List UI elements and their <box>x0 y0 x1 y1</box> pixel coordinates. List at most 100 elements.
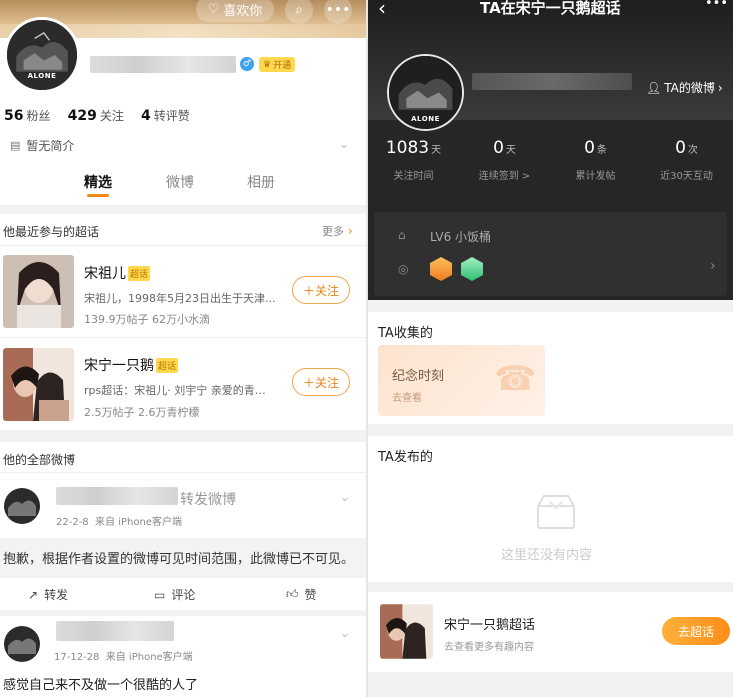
active-tab-indicator <box>87 194 109 197</box>
hidden-notice-text: 抱歉，根据作者设置的微博可见时间范围，此微博已不可见。 <box>3 552 355 567</box>
stat-total-posts: 0条 累计发帖 <box>550 138 641 182</box>
repost-button[interactable]: ↗ 转发 <box>28 586 68 603</box>
post-author-blurred <box>56 487 178 505</box>
stat-follow-days: 1083 天 关注时间 <box>368 138 459 182</box>
ta-weibo-label: TA的微博 <box>664 81 715 95</box>
plus-icon: ＋ <box>302 283 315 298</box>
supertopic-desc: rps超话：宋祖儿· 刘宇宁 亲爱的青柠... <box>84 384 276 397</box>
supertopic-item[interactable]: 宋宁一只鹅 超话 rps超话：宋祖儿· 刘宇宁 亲爱的青柠... 2.5万帖子 … <box>0 340 366 426</box>
thumbs-up-icon: 👍︎ <box>286 587 299 601</box>
supertopic-tag: 超话 <box>128 265 151 281</box>
comment-button[interactable]: ▭ 评论 <box>154 586 195 603</box>
post-text: 感觉自己来不及做一个很酷的人了 <box>3 678 199 693</box>
stat-unit: 天 <box>505 145 516 156</box>
stat-value: 1083 <box>385 138 430 158</box>
supertopic-desc: 宋祖儿，1998年5月23日出生于天津... <box>84 292 276 305</box>
memory-card-title: 纪念时刻 <box>392 369 445 384</box>
footer-subtitle: 去查看更多有趣内容 <box>444 642 534 653</box>
level-badges-card[interactable]: ⌂ LV6 小饭桶 ◎ › <box>374 212 727 296</box>
go-button-label: 去超话 <box>677 624 714 639</box>
post-avatar[interactable] <box>4 626 40 662</box>
post-menu-icon[interactable]: ⌄ <box>340 626 350 640</box>
chevron-right-icon: › <box>717 80 723 95</box>
post-source: 来自 iPhone客户端 <box>95 517 182 528</box>
follow-label: 关注 <box>315 283 340 298</box>
empty-state-text: 这里还没有内容 <box>501 548 593 563</box>
supertopic-cover <box>380 604 433 659</box>
post-card[interactable]: 转发微博 ⌄ 22-2-8 来自 iPhone客户端 <box>0 474 366 538</box>
post-menu-icon[interactable]: ⌄ <box>340 490 350 504</box>
stat-value: 0 <box>493 138 504 158</box>
stat-label: 关注时间 <box>393 171 434 182</box>
like-button[interactable]: 👍︎ 赞 <box>286 586 317 603</box>
level-icon: ⌂ <box>398 228 406 242</box>
profile-tabs: 精选 微博 相册 <box>0 0 366 200</box>
member-avatar[interactable]: ALONE <box>387 54 464 131</box>
supertopic-name-row: 宋祖儿 超话 <box>84 263 151 283</box>
post-avatar[interactable] <box>4 488 40 524</box>
stat-unit: 条 <box>596 145 607 156</box>
tab-weibo[interactable]: 微博 <box>166 172 194 192</box>
stat-label: 累计发帖 <box>575 171 616 182</box>
published-title: TA发布的 <box>378 450 433 465</box>
page-title: TA在宋宁一只鹅超话 <box>480 0 621 17</box>
section-divider <box>0 205 366 214</box>
supertopics-title: 他最近参与的超话 <box>3 225 100 239</box>
user-profile-screen: ♡ 喜欢你 ⌕ ••• ALONE ♂ ♛ 开通 56 粉丝 429 关注 4 转评赞 … <box>0 0 366 697</box>
divider <box>0 337 366 338</box>
stat-interactions: 0次 近30天互动 <box>641 138 732 182</box>
divider <box>0 472 366 473</box>
post-timestamp: 17-12-28 来自 iPhone客户端 <box>54 648 193 663</box>
stat-unit: 天 <box>431 145 442 156</box>
supertopic-name-row: 宋宁一只鹅 超话 <box>84 355 179 375</box>
gem-badge-icon[interactable] <box>461 257 483 281</box>
more-icon[interactable]: ••• <box>705 0 728 11</box>
post-author-blurred <box>56 621 174 641</box>
repost-action-label: 转发 <box>44 588 69 602</box>
stat-unit: 次 <box>687 145 698 156</box>
empty-box-icon <box>537 495 575 529</box>
chevron-right-icon: › <box>348 224 353 238</box>
section-divider <box>0 430 366 442</box>
post-date: 22-2-8 <box>56 517 89 528</box>
divider <box>0 245 366 246</box>
tab-featured[interactable]: 精选 <box>84 172 112 192</box>
plus-icon: ＋ <box>302 375 315 390</box>
go-to-supertopic-button[interactable]: 去超话 <box>662 617 730 645</box>
medal-badge-icon[interactable] <box>430 257 452 281</box>
supertopic-item[interactable]: 宋祖儿 超话 宋祖儿，1998年5月23日出生于天津... 139.9万帖子 6… <box>0 250 366 336</box>
collected-section: TA收集的 纪念时刻 去查看 ☎ <box>368 312 733 424</box>
stat-label: 近30天互动 <box>660 171 713 182</box>
stat-value: 0 <box>584 138 595 158</box>
follow-label: 关注 <box>315 375 340 390</box>
memory-card[interactable]: 纪念时刻 去查看 ☎ <box>378 345 545 416</box>
supertopic-meta: 139.9万帖子 62万小水滴 <box>84 313 210 326</box>
supertopic-footer: 宋宁一只鹅超话 去查看更多有趣内容 去超话 <box>368 592 733 672</box>
member-stats: 1083 天 关注时间 0天 连续签到 > 0条 累计发帖 0次 近30天互动 <box>368 138 733 198</box>
back-icon[interactable]: ‹ <box>378 0 386 20</box>
level-text: LV6 小饭桶 <box>430 230 492 244</box>
post-card[interactable]: ⌄ 17-12-28 来自 iPhone客户端 感觉自己来不及做一个很酷的人了 <box>0 616 366 697</box>
comment-icon: ▭ <box>154 587 166 602</box>
stat-checkin-streak[interactable]: 0天 连续签到 > <box>459 138 550 182</box>
more-supertopics-link[interactable]: 更多 › <box>322 223 353 239</box>
post-date: 17-12-28 <box>54 652 100 663</box>
comment-action-label: 评论 <box>171 588 196 602</box>
post-hidden-notice: 抱歉，根据作者设置的微博可见时间范围，此微博已不可见。 <box>0 538 366 578</box>
like-action-label: 赞 <box>304 588 317 602</box>
supertopic-name: 宋宁一只鹅 <box>84 358 154 374</box>
more-label: 更多 <box>322 225 344 238</box>
collected-title: TA收集的 <box>378 326 433 341</box>
ta-weibo-link[interactable]: 👤︎ TA的微博 › <box>646 79 723 96</box>
post-timestamp: 22-2-8 来自 iPhone客户端 <box>56 513 182 528</box>
chevron-right-icon: › <box>710 258 716 274</box>
all-posts-title: 他的全部微博 <box>3 453 76 467</box>
supertopic-cover <box>3 255 74 328</box>
stat-label: 连续签到 > <box>478 171 531 182</box>
share-icon: ↗ <box>28 587 39 602</box>
telephone-icon: ☎ <box>494 359 537 399</box>
follow-button[interactable]: ＋关注 <box>292 276 350 304</box>
tab-album[interactable]: 相册 <box>247 172 275 192</box>
member-name-blurred <box>472 73 632 90</box>
follow-button[interactable]: ＋关注 <box>292 368 350 396</box>
